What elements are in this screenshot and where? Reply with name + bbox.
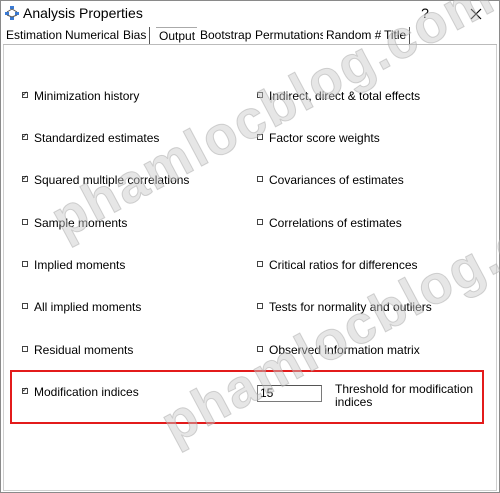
checkbox-squared-multiple-correlations[interactable]	[22, 175, 28, 182]
checkbox-indirect-direct-total-effects[interactable]	[257, 91, 263, 98]
option-label: Observed information matrix	[269, 343, 420, 357]
checkbox-correlations-of-estimates[interactable]	[257, 218, 263, 225]
option-label: Critical ratios for differences	[269, 258, 418, 272]
checkbox-standardized-estimates[interactable]	[22, 133, 28, 140]
tab-numerical[interactable]: Numerical	[62, 27, 124, 44]
option-observed-information-matrix[interactable]: Observed information matrix	[257, 342, 420, 358]
option-squared-multiple-correlations[interactable]: Squared multiple correlations	[22, 172, 189, 188]
checkbox-tests-for-normality-and-outliers[interactable]	[257, 302, 263, 309]
option-label: Covariances of estimates	[269, 173, 404, 187]
option-label: Squared multiple correlations	[34, 173, 190, 187]
option-standardized-estimates[interactable]: Standardized estimates	[22, 130, 159, 146]
checkbox-all-implied-moments[interactable]	[22, 302, 28, 309]
option-label: Sample moments	[34, 216, 128, 230]
option-label: Tests for normality and outliers	[269, 300, 432, 314]
option-label: Minimization history	[34, 89, 140, 103]
checkbox-critical-ratios-for-differences[interactable]	[257, 260, 263, 267]
close-icon	[470, 8, 482, 20]
option-label: Correlations of estimates	[269, 216, 402, 230]
option-label: All implied moments	[34, 300, 142, 314]
option-label: Indirect, direct & total effects	[269, 89, 421, 103]
highlight-box	[10, 370, 484, 424]
option-covariances-of-estimates[interactable]: Covariances of estimates	[257, 172, 404, 188]
tab-title[interactable]: Title	[381, 27, 411, 44]
title-bar: Analysis Properties ?	[1, 1, 499, 27]
tab-estimation[interactable]: Estimation	[3, 27, 67, 44]
option-sample-moments[interactable]: Sample moments	[22, 215, 127, 231]
checkbox-implied-moments[interactable]	[22, 260, 28, 267]
checkbox-observed-information-matrix[interactable]	[257, 345, 263, 352]
option-tests-for-normality-and-outliers[interactable]: Tests for normality and outliers	[257, 299, 432, 315]
help-button[interactable]: ?	[411, 2, 439, 24]
tab-permutations[interactable]: Permutations	[252, 27, 330, 44]
amos-app-icon	[4, 5, 20, 21]
option-factor-score-weights[interactable]: Factor score weights	[257, 130, 380, 146]
checkbox-minimization-history[interactable]	[22, 91, 28, 98]
option-correlations-of-estimates[interactable]: Correlations of estimates	[257, 215, 402, 231]
option-label: Residual moments	[34, 343, 134, 357]
option-residual-moments[interactable]: Residual moments	[22, 342, 133, 358]
close-button[interactable]	[461, 2, 491, 24]
tab-bootstrap[interactable]: Bootstrap	[197, 27, 256, 44]
option-indirect-direct-total-effects[interactable]: Indirect, direct & total effects	[257, 88, 420, 104]
option-label: Factor score weights	[269, 131, 380, 145]
window-title: Analysis Properties	[23, 5, 143, 21]
checkbox-residual-moments[interactable]	[22, 345, 28, 352]
tab-output[interactable]: Output	[156, 27, 200, 44]
analysis-properties-window: Analysis Properties ? Estimation Numeric…	[0, 0, 500, 493]
option-label: Standardized estimates	[34, 131, 160, 145]
option-critical-ratios-for-differences[interactable]: Critical ratios for differences	[257, 257, 418, 273]
checkbox-sample-moments[interactable]	[22, 218, 28, 225]
checkbox-factor-score-weights[interactable]	[257, 133, 263, 140]
tab-bias[interactable]: Bias	[120, 27, 151, 44]
tab-random[interactable]: Random #	[323, 27, 386, 44]
option-implied-moments[interactable]: Implied moments	[22, 257, 125, 273]
option-all-implied-moments[interactable]: All implied moments	[22, 299, 141, 315]
option-minimization-history[interactable]: Minimization history	[22, 88, 139, 104]
checkbox-covariances-of-estimates[interactable]	[257, 175, 263, 182]
option-label: Implied moments	[34, 258, 126, 272]
tab-strip: Estimation Numerical Bias Output Bootstr…	[3, 27, 499, 45]
